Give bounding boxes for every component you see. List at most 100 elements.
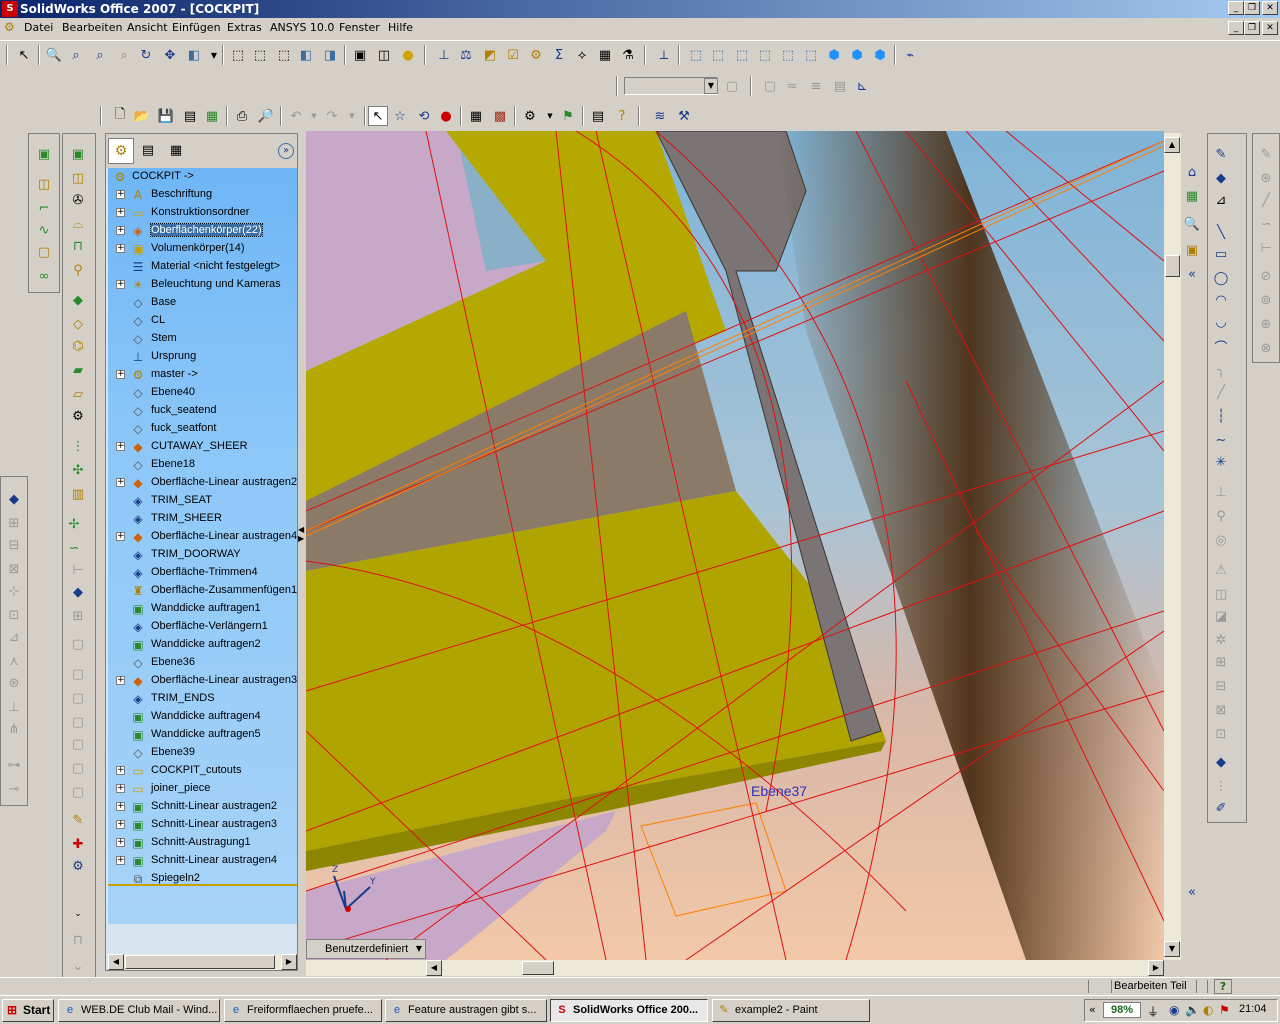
tree-root[interactable]: ⚙ COCKPIT -> [108, 168, 297, 186]
expand-plus-icon[interactable]: + [116, 478, 125, 487]
hidden-lines-visible-icon[interactable]: ⬚ [250, 45, 270, 65]
scroll-up-icon[interactable]: ▲ [1164, 137, 1180, 153]
mid-surface-icon[interactable]: ▱ [67, 384, 89, 404]
expand-pane-icon[interactable]: « [1181, 882, 1203, 902]
extruded-surface-icon[interactable]: ▣ [67, 144, 89, 164]
appearance-icon[interactable]: ▩ [490, 106, 510, 126]
convert-entities-icon[interactable]: ⚠ [1210, 560, 1232, 580]
rotate-view-icon[interactable]: ↻ [136, 45, 156, 65]
collapse-pane-icon[interactable]: « [1181, 264, 1203, 284]
tree-item[interactable]: ◈ Oberfläche-Trimmen4 [108, 564, 297, 582]
trim-surface-icon[interactable]: ✣ [67, 460, 89, 480]
make-assembly-icon[interactable]: ▦ [202, 106, 222, 126]
tree-item[interactable]: ▣ Wanddicke auftragen2 [108, 636, 297, 654]
baseline-dimension-icon[interactable]: ⊠ [3, 559, 25, 579]
extruded-boss-icon[interactable]: ▣ [33, 144, 55, 164]
tray-expand-icon[interactable]: « [1089, 1003, 1096, 1016]
save-icon[interactable]: 💾 [156, 106, 176, 126]
tree-item[interactable]: ◇ Base [108, 294, 297, 312]
properties-icon[interactable]: ▤ [588, 106, 608, 126]
tree-item[interactable]: ◈ Oberfläche-Verlängern1 [108, 618, 297, 636]
open-folder-icon[interactable]: 📂 [132, 106, 152, 126]
symmetric-dimension-icon[interactable]: ⊥ [3, 697, 25, 717]
reference-axis-icon[interactable]: ⊞ [67, 606, 89, 626]
measure-icon[interactable]: ⊥ [434, 45, 454, 65]
select-filter-icon[interactable]: ☆ [390, 106, 410, 126]
tray-security-icon[interactable]: ⚑ [1219, 1003, 1230, 1017]
expand-plus-icon[interactable]: + [116, 532, 125, 541]
spline-icon[interactable]: ∼ [1210, 430, 1232, 450]
taskbar-button[interactable]: e Freiformflaechen pruefe... [224, 999, 382, 1022]
panel-expand-icon[interactable]: » [278, 143, 294, 159]
expand-plus-icon[interactable]: + [116, 442, 125, 451]
expand-plus-icon[interactable]: + [116, 838, 125, 847]
section-properties-icon[interactable]: ◩ [480, 45, 500, 65]
swept-surface-icon[interactable]: ✇ [67, 190, 89, 210]
wrap-icon[interactable]: ▢ [67, 782, 89, 802]
hide-show-edges-icon[interactable]: ▤ [830, 76, 850, 96]
line-color-icon[interactable]: ▢ [760, 76, 780, 96]
dome-icon[interactable]: ▢ [67, 734, 89, 754]
hidden-lines-removed-icon[interactable]: ⬚ [274, 45, 294, 65]
zoom-in-out-icon[interactable]: ⌕ [90, 45, 110, 65]
view-orientation-dropdown-icon[interactable]: ▼ [204, 45, 224, 65]
help-icon[interactable]: ? [612, 106, 632, 126]
menu-hilfe[interactable]: Hilfe [388, 21, 413, 34]
rollback-bar[interactable] [108, 884, 297, 886]
hscroll-right-icon[interactable]: ▶ [1148, 960, 1164, 976]
ansys-icon[interactable]: ≋ [650, 106, 670, 126]
extend-entities-icon[interactable]: ✲ [1210, 630, 1232, 650]
tree-item[interactable]: + ▭ COCKPIT_cutouts [108, 762, 297, 780]
composite-icon[interactable]: ⊢ [1255, 238, 1277, 258]
tree-item[interactable]: + ◆ Oberfläche-Linear austragen4 [108, 528, 297, 546]
graphics-viewport[interactable]: Ebene37 Z Y Benutzerdefiniert ▼ [306, 131, 1164, 960]
redo-dropdown-icon[interactable]: ▼ [342, 106, 362, 126]
undo-dropdown-icon[interactable]: ▼ [304, 106, 324, 126]
tree-item[interactable]: + ◆ CUTAWAY_SHEER [108, 438, 297, 456]
smart-dim-icon[interactable]: ◆ [1210, 168, 1232, 188]
solidworks-app-icon[interactable]: S [2, 1, 18, 17]
swept-boss-icon[interactable]: ⌐ [33, 198, 55, 218]
horizontal-dimension-icon[interactable]: ⊞ [3, 513, 25, 533]
menu-ansys[interactable]: ANSYS 10.0 [270, 21, 334, 34]
line-style-icon[interactable]: ≡ [806, 76, 826, 96]
taskbar-button[interactable]: ✎ example2 - Paint [712, 999, 870, 1022]
tree-item[interactable]: ▣ Wanddicke auftragen1 [108, 600, 297, 618]
line-thickness-icon[interactable]: ≈ [782, 76, 802, 96]
top-view-icon[interactable]: ⬚ [778, 45, 798, 65]
expand-plus-icon[interactable]: + [116, 280, 125, 289]
tree-item[interactable]: + ☀ Beleuchtung und Kameras [108, 276, 297, 294]
tree-item[interactable]: ◇ Ebene40 [108, 384, 297, 402]
tree-item[interactable]: + ⚙ master -> [108, 366, 297, 384]
ordinate-dimension-icon[interactable]: ⊹ [3, 581, 25, 601]
macro-dropdown-icon[interactable]: ▼ [540, 106, 560, 126]
sheet-metal-icon[interactable]: ⊓ [67, 930, 89, 950]
reference-plane-icon[interactable]: ◆ [67, 582, 89, 602]
expand-plus-icon[interactable]: + [116, 370, 125, 379]
face-curves-icon[interactable]: ⊕ [1255, 314, 1277, 334]
curve-through-points-icon[interactable]: ✎ [1255, 144, 1277, 164]
repair-sketch-icon[interactable]: ✐ [1210, 798, 1232, 818]
tree-item[interactable]: ▣ Wanddicke auftragen4 [108, 708, 297, 726]
shaded-with-edges-icon[interactable]: ◧ [296, 45, 316, 65]
untrim-surface-icon[interactable]: ▥ [67, 484, 89, 504]
hscroll-left-icon[interactable]: ◀ [426, 960, 442, 976]
ruled-surface-icon[interactable]: ⌬ [67, 336, 89, 356]
expand-plus-icon[interactable]: + [116, 784, 125, 793]
undo-icon[interactable]: ↶ [286, 106, 306, 126]
centerline-icon[interactable]: ┆ [1210, 406, 1232, 426]
split-line-icon[interactable]: ∽ [63, 538, 85, 558]
back-view-icon[interactable]: ⬚ [708, 45, 728, 65]
tree-item[interactable]: ▣ Wanddicke auftragen5 [108, 726, 297, 744]
expand-plus-icon[interactable]: + [116, 802, 125, 811]
shaded-icon[interactable]: ◨ [320, 45, 340, 65]
projected-curve-icon[interactable]: ╱ [1255, 190, 1277, 210]
centerpoint-arc-icon[interactable]: ◠ [1210, 290, 1232, 310]
feature-statistics-icon[interactable]: ⚗ [618, 45, 638, 65]
menu-bearbeiten[interactable]: Bearbeiten [62, 21, 122, 34]
network-icon[interactable]: ◉ [1169, 1003, 1179, 1017]
chevron-down-icon[interactable]: ▼ [704, 78, 718, 94]
front-view-icon[interactable]: ⬚ [686, 45, 706, 65]
tree-item[interactable]: ◇ Ebene36 [108, 654, 297, 672]
path-length-icon[interactable]: ⋏ [3, 651, 25, 671]
